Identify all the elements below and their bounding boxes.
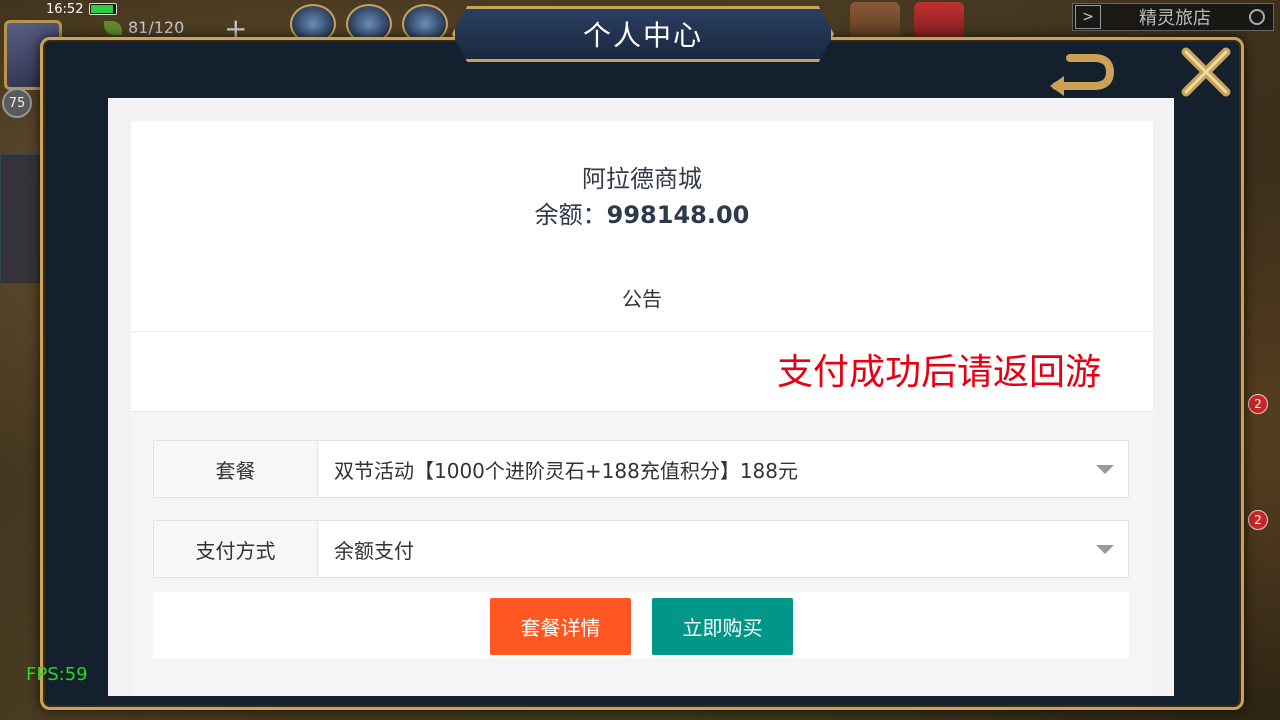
payment-label: 支付方式 [154,521,318,577]
quest-tracker-panel[interactable] [0,154,42,284]
action-buttons: 套餐详情 立即购买 [153,592,1129,658]
purchase-form: 套餐 双节活动【1000个进阶灵石+188充值积分】188元 支付方式 余额支付… [131,411,1153,696]
notification-badge: 2 [1248,394,1268,414]
package-details-button[interactable]: 套餐详情 [490,598,631,655]
stamina-value: 81/120 [128,18,185,37]
payment-selected-value: 余额支付 [334,538,414,563]
store-info-card: 阿拉德商城 余额：998148.00 公告 支付成功后请返回游 [131,121,1153,411]
balance-line: 余额：998148.00 [131,195,1153,230]
notification-badge: 2 [1248,510,1268,530]
package-select[interactable]: 双节活动【1000个进阶灵石+188充值积分】188元 [318,441,1128,497]
expand-arrow-icon[interactable]: > [1075,5,1101,29]
shop-label: 精灵旅店 [1139,8,1211,29]
gift-icon[interactable] [914,2,964,40]
close-button[interactable] [1178,44,1234,100]
divider [131,331,1153,332]
balance-label: 余额： [534,201,607,229]
battery-icon [89,3,118,15]
payment-row: 支付方式 余额支付 [153,520,1129,578]
device-status-bar: 16:52 [46,0,118,18]
search-icon[interactable] [1249,9,1265,25]
stamina-display: 81/120 [104,18,184,37]
package-row: 套餐 双节活动【1000个进阶灵石+188充值积分】188元 [153,440,1129,498]
payment-select[interactable]: 余额支付 [318,521,1128,577]
event-icon[interactable] [850,2,900,40]
balance-value: 998148.00 [606,201,750,229]
package-label: 套餐 [154,441,318,497]
close-icon [1181,47,1231,97]
player-level-badge: 75 [2,88,32,118]
top-right-icons [850,2,964,40]
chevron-down-icon [1096,545,1114,554]
dialog-title-plate: 个人中心 [452,6,834,62]
back-button[interactable] [1046,48,1118,98]
notice-marquee: 支付成功后请返回游 [131,333,1130,409]
clock: 16:52 [46,1,84,17]
chevron-down-icon [1096,465,1114,474]
package-selected-value: 双节活动【1000个进阶灵石+188充值积分】188元 [334,458,799,483]
fps-counter: FPS:59 [26,664,88,685]
back-arrow-icon [1050,54,1115,96]
buy-now-button[interactable]: 立即购买 [652,598,793,655]
notice-title: 公告 [622,287,662,311]
shop-shortcut[interactable]: > 精灵旅店 [1072,3,1274,31]
dialog-title: 个人中心 [582,19,703,52]
stamina-leaf-icon [104,20,122,35]
store-name: 阿拉德商城 [582,165,702,193]
notice-marquee-text: 支付成功后请返回游 [777,352,1102,393]
shop-webview: 阿拉德商城 余额：998148.00 公告 支付成功后请返回游 套餐 双节活动【… [108,98,1174,696]
